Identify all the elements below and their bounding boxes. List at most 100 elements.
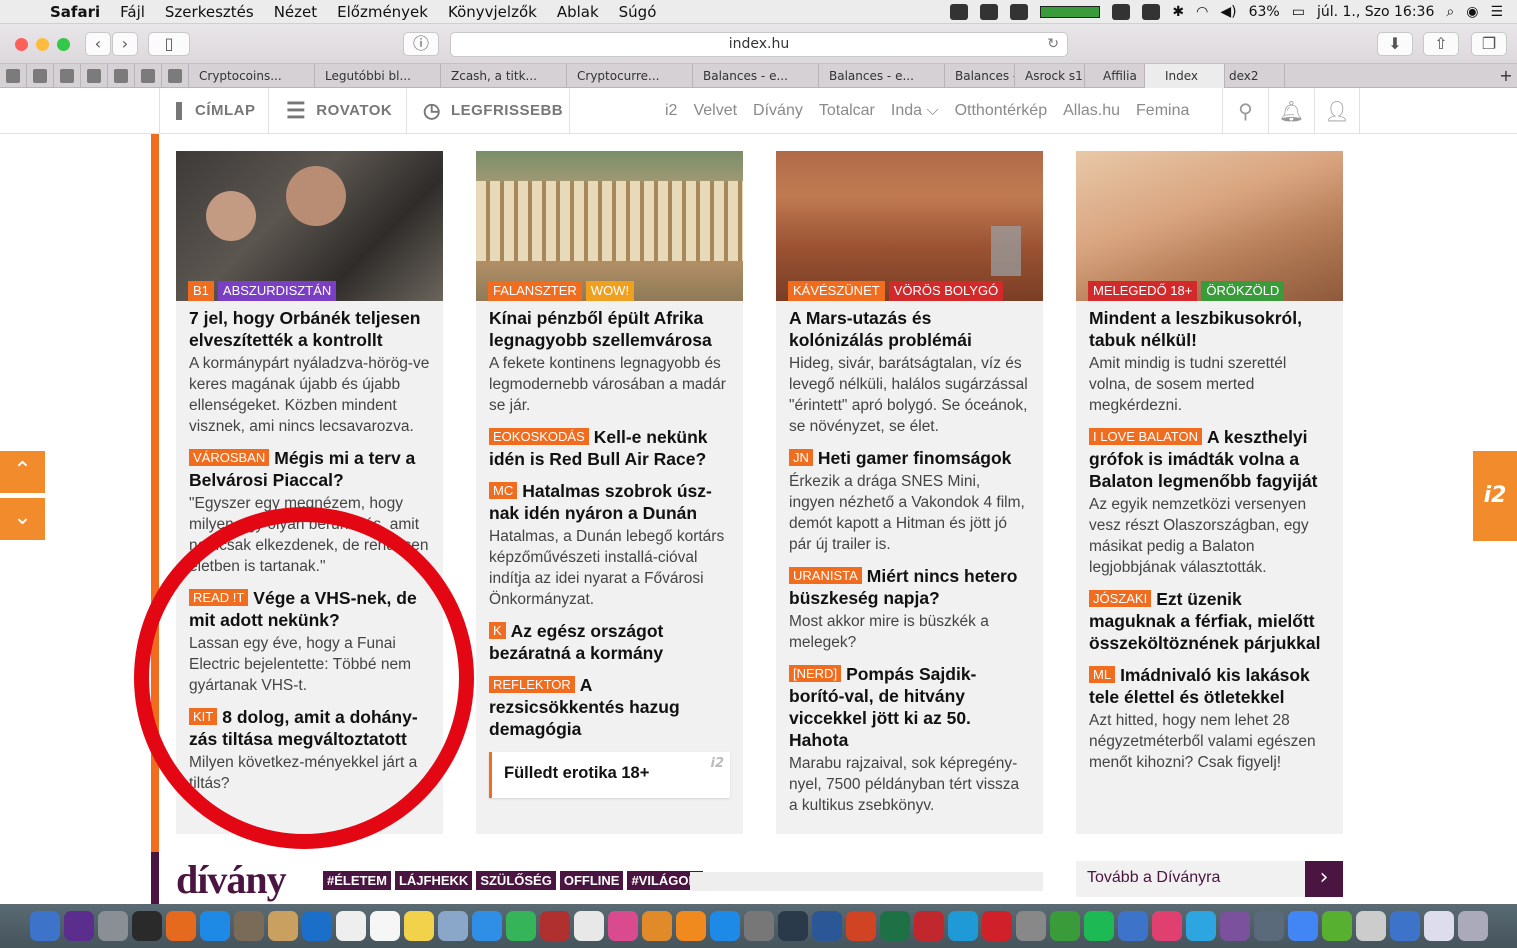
article-label[interactable]: VÁROSBAN [189,449,270,466]
article-title[interactable]: ML Imádnivaló kis lakások tele élettel és… [1089,664,1330,708]
zoom-window-button[interactable] [57,38,70,51]
menu-help[interactable]: Súgó [609,3,667,21]
category-tag[interactable]: KÁVÉSZÜNET [788,281,885,301]
app-icon[interactable] [1254,911,1284,941]
category-tag[interactable]: WOW! [585,281,635,301]
nav-rovatok[interactable]: ☰ ROVATOK [269,88,407,133]
article-label[interactable]: K [489,622,506,639]
headline[interactable]: Kínai pénzből épült Afrika legnagyobb sz… [489,307,730,351]
close-window-button[interactable] [15,38,28,51]
tab[interactable]: Zcash, a titk... [441,64,567,88]
article-image-parliament[interactable]: B1 ABSZURDISZTÁN [176,151,443,301]
article-title[interactable]: REFLEKTOR A rezsicsökkentés hazug demagóg… [489,674,730,740]
i2-side-tab[interactable]: i2 [1473,451,1517,541]
article-title[interactable]: VÁROSBAN Mégis mi a terv a Belvárosi Piac… [189,447,430,491]
tab[interactable]: Cryptocoins... [189,64,315,88]
category-tag[interactable]: B1 [188,281,214,301]
skype-icon[interactable] [948,911,978,941]
divany-tag[interactable]: SZÜLŐSÉG [476,871,556,890]
telegram-icon[interactable] [1186,911,1216,941]
divany-tag[interactable]: LÁJFHEKK [394,871,473,890]
app-store-icon[interactable] [710,911,740,941]
vlc-icon[interactable] [676,911,706,941]
reader-icon[interactable]: ⓘ [403,32,439,56]
app-icon[interactable] [914,911,944,941]
status-icon[interactable] [1112,3,1131,20]
viber-icon[interactable] [1220,911,1250,941]
article-label[interactable]: KIT [189,708,218,725]
spotify-icon[interactable] [1084,911,1114,941]
category-tag[interactable]: ABSZURDISZTÁN [217,281,337,301]
new-tab-button[interactable]: + [1495,64,1517,87]
tab[interactable]: Legutóbbi bl... [315,64,441,88]
app-icon[interactable] [1356,911,1386,941]
pinned-tab[interactable] [54,64,81,88]
nav-link-otthonterkep[interactable]: Otthontérkép [955,102,1048,120]
article-label[interactable]: I LOVE BALATON [1089,428,1203,445]
app-icon[interactable] [778,911,808,941]
search-icon[interactable]: ⚲ [1222,88,1268,133]
notification-bell-icon[interactable]: 🔔︎ [1268,88,1314,133]
article-label[interactable]: JÓSZAKI [1089,590,1152,607]
facetime-icon[interactable] [506,911,536,941]
tab[interactable]: Asrock s1 [1015,64,1085,88]
category-tag[interactable]: VÖRÖS BOLYGÓ [888,281,1004,301]
article-label[interactable]: READ !T [189,589,249,606]
photo-booth-icon[interactable] [540,911,570,941]
pinned-tab[interactable] [162,64,189,88]
notes-icon[interactable] [268,911,298,941]
photos-app-icon[interactable] [574,911,604,941]
tab[interactable]: Balances - e... [819,64,945,88]
article-label[interactable]: [NERD] [789,665,842,682]
back-button[interactable]: ‹ [85,32,111,56]
article-title[interactable]: JN Heti gamer finomságok [789,447,1030,469]
menu-app-name[interactable]: Safari [40,3,110,21]
nav-legfrissebb[interactable]: ◷ LEGFRISSEBB [407,88,570,133]
article-label[interactable]: JN [789,449,813,466]
clock[interactable]: júl. 1., Szo 16:36 [1317,4,1434,20]
reload-icon[interactable]: ↻ [1047,33,1059,56]
app-icon[interactable] [1390,911,1420,941]
nav-link-divany[interactable]: Dívány [753,102,803,120]
tab[interactable]: Balances - e... [693,64,819,88]
siri-icon[interactable]: ◉ [1466,4,1478,20]
word-icon[interactable] [812,911,842,941]
trash-icon[interactable] [1458,911,1488,941]
battery-icon[interactable]: ▭ [1292,4,1305,20]
powerpoint-icon[interactable] [846,911,876,941]
tab-active[interactable]: Index [1145,64,1225,88]
pinned-tab[interactable] [108,64,135,88]
headline[interactable]: 7 jel, hogy Orbánék teljesen elveszített… [189,307,430,351]
article-title[interactable]: EOKOSKODÁS Kell-e nekünk idén is Red Bull… [489,426,730,470]
category-tag[interactable]: FALANSZTER [488,281,582,301]
tab-overview-icon[interactable]: ❐ [1471,32,1507,56]
tab[interactable]: dex2 [1225,64,1285,88]
divany-tag[interactable]: OFFLINE [559,871,624,890]
wifi-icon[interactable]: ◠ [1196,4,1208,20]
tab[interactable]: Cryptocurre... [567,64,693,88]
status-icon[interactable] [1010,3,1029,20]
excel-icon[interactable] [880,911,910,941]
article-label[interactable]: MC [489,482,518,499]
article-label[interactable]: REFLEKTOR [489,676,575,693]
chrome-icon[interactable] [1288,911,1318,941]
status-icon[interactable] [1142,3,1161,20]
system-preferences-icon[interactable] [744,911,774,941]
app-icon[interactable] [1118,911,1148,941]
menu-edit[interactable]: Szerkesztés [155,3,264,21]
forward-button[interactable]: › [112,32,138,56]
article-image-mars[interactable]: KÁVÉSZÜNET VÖRÖS BOLYGÓ [776,151,1043,301]
launchpad-icon[interactable] [98,911,128,941]
menu-bookmarks[interactable]: Könyvjelzők [438,3,547,21]
divany-more-link[interactable]: Tovább a Dívány­ra › [1076,861,1343,897]
photos-icon[interactable] [234,911,264,941]
divany-tag[interactable]: #ÉLETEM [323,871,391,890]
finder-icon[interactable] [30,911,60,941]
nav-link-velvet[interactable]: Velvet [693,102,737,120]
category-tag[interactable]: ÖRÖKZÖLD [1201,281,1285,301]
headline[interactable]: Mindent a leszbikusokról, tabuk nélkül! [1089,307,1330,351]
address-bar[interactable]: index.hu ↻ [450,32,1068,57]
article-title[interactable]: READ !T Vége a VHS-nek, de mit adott nekü… [189,587,430,631]
article-label[interactable]: ML [1089,666,1116,683]
tab[interactable]: Affilia [1085,64,1145,88]
